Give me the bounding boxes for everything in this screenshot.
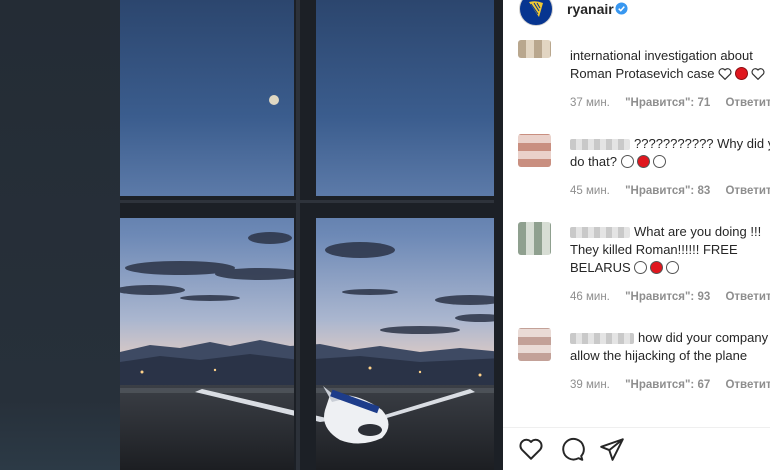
reply-button[interactable]: Ответить [725,379,770,391]
commenter-avatar[interactable] [518,134,551,167]
comment-text: Roman Protasevich case [570,66,715,81]
white-circle-emoji-icon [634,261,648,274]
heart-emoji-icon [751,68,765,80]
comment-line: international investigation about [570,48,753,63]
ryanair-avatar[interactable] [519,0,553,26]
post-panel: ryanair international investigation abou… [503,0,770,470]
blurred-username[interactable] [570,227,630,239]
comment-likes[interactable]: "Нравится": 83 [625,185,710,197]
commenter-avatar[interactable] [518,222,551,255]
comment-time[interactable]: 46 мин. [570,291,610,303]
comment-line-2: do that? [570,153,770,171]
post-username[interactable]: ryanair [567,1,614,17]
angry-emoji-icon [735,67,749,80]
blurred-username[interactable] [570,139,630,151]
comment-likes[interactable]: "Нравится": 71 [625,97,710,109]
comment-meta: 46 мин. "Нравится": 93 Ответить [570,291,770,303]
white-circle-emoji-icon [652,155,666,168]
comment-text: What are you doing !!! [634,224,762,239]
comment-text: BELARUS [570,260,631,275]
comment-line: What are you doing !!! [570,223,770,241]
comment-line-2: Roman Protasevich case [570,65,770,83]
harp-logo-icon [529,1,543,18]
comment-meta: 39 мин. "Нравится": 67 Ответить [570,379,770,391]
comment-text: ??????????? Why did you [634,136,770,151]
post-actions-bar [503,432,770,470]
blurred-username[interactable] [570,333,634,345]
comment-meta: 45 мин. "Нравится": 83 Ответить [570,185,770,197]
post-photo[interactable] [120,0,503,470]
white-circle-emoji-icon [620,155,634,168]
commenter-avatar[interactable] [518,40,551,58]
comment-meta: 37 мин. "Нравится": 71 Ответить [570,97,770,109]
comment-likes[interactable]: "Нравится": 67 [625,379,710,391]
comment-line-3: BELARUS [570,259,770,277]
heart-outline-icon[interactable] [518,436,544,462]
red-circle-emoji-icon [650,261,664,274]
white-circle-emoji-icon [666,261,680,274]
comment-line: how did your company [570,329,770,347]
red-circle-emoji-icon [636,155,650,168]
comment-text: how did your company [638,330,769,345]
actions-divider [503,427,770,428]
verified-badge-icon [615,2,628,15]
comment-text: do that? [570,154,617,169]
reply-button[interactable]: Ответить [725,97,770,109]
comment-line-2: They killed Roman!!!!!! FREE [570,242,738,257]
comment-time[interactable]: 45 мин. [570,185,610,197]
comment-time[interactable]: 39 мин. [570,379,610,391]
reply-button[interactable]: Ответить [725,185,770,197]
comment-line: ??????????? Why did you [570,135,770,153]
comment-line-2: allow the hijacking of the plane [570,348,748,363]
paper-plane-icon[interactable] [599,436,625,462]
heart-emoji-icon [718,68,732,80]
post-header: ryanair [503,0,770,26]
reply-button[interactable]: Ответить [725,291,770,303]
backdrop-left [0,0,120,470]
airport-window-photo [120,0,503,470]
commenter-avatar[interactable] [518,328,551,361]
speech-bubble-icon[interactable] [559,436,585,462]
comment-time[interactable]: 37 мин. [570,97,610,109]
comment-likes[interactable]: "Нравится": 93 [625,291,710,303]
